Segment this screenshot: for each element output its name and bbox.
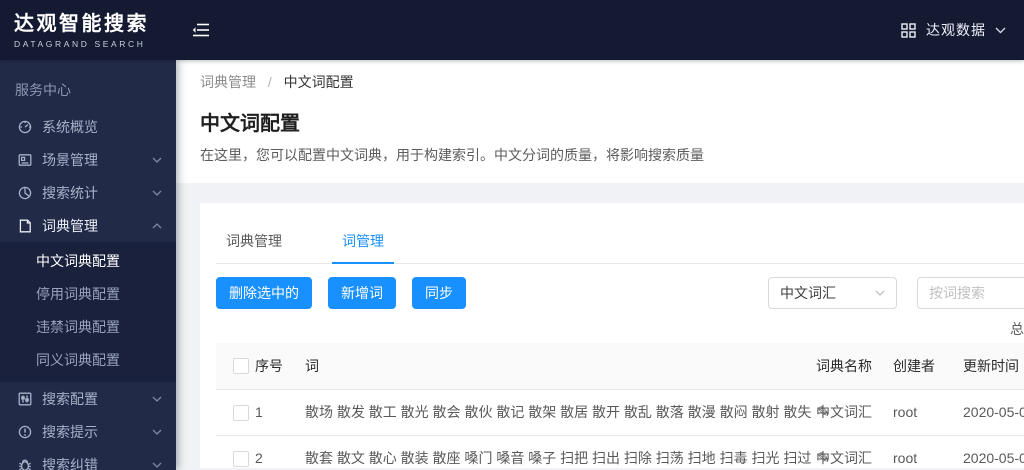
sidebar-subitem-0[interactable]: 中文词典配置	[0, 244, 176, 277]
menu-fold-icon[interactable]	[192, 20, 212, 40]
dictionary-icon	[18, 219, 32, 233]
chevron-down-icon	[152, 429, 162, 435]
sidebar-subitem-1[interactable]: 停用词典配置	[0, 277, 176, 310]
top-header-bar: 达观智能搜索 DATAGRAND SEARCH 达观数据	[0, 0, 1024, 60]
sidebar-item-2[interactable]: 搜索统计	[0, 176, 176, 209]
brand-logo: 达观智能搜索 DATAGRAND SEARCH	[0, 12, 176, 49]
page-title: 中文词配置	[200, 113, 300, 135]
sidebar-item-0[interactable]: 系统概览	[0, 110, 176, 143]
sidebar-subitem-2[interactable]: 违禁词典配置	[0, 310, 176, 343]
sidebar-item-1[interactable]: 场景管理	[0, 143, 176, 176]
breadcrumb-separator: /	[267, 74, 272, 90]
chevron-down-icon	[152, 190, 162, 196]
table-row-1: 2 散套 散文 散心 散装 散座 嗓门 嗓音 嗓子 扫把 扫出 扫除 扫荡 扫地 …	[216, 435, 1024, 470]
row-words: 散套 散文 散心 散装 散座 嗓门 嗓音 嗓子 扫把 扫出 扫除 扫荡 扫地 扫…	[305, 450, 812, 466]
content-gap	[176, 183, 1024, 203]
workspace-name: 达观数据	[926, 22, 986, 38]
sidebar-item-label: 搜索配置	[42, 390, 98, 407]
breadcrumb-current: 中文词配置	[283, 74, 354, 90]
table-header-row: 序号 词 词典名称 创建者 更新时间	[216, 343, 1024, 390]
sidebar-item-label: 搜索纠错	[42, 456, 98, 470]
column-header-index: 序号	[250, 343, 294, 390]
tab-bar: 词典管理 词管理	[216, 203, 1024, 264]
toolbar-button-2[interactable]: 同步	[412, 277, 466, 309]
words-table: 序号 词 词典名称 创建者 更新时间 1 散场 散发 散工 散光 散会 散伙 散记…	[216, 343, 1024, 470]
row-dict-name: 中文词汇	[802, 435, 884, 470]
sidebar-item-3[interactable]: 词典管理	[0, 209, 176, 242]
breadcrumb-parent-link[interactable]: 词典管理	[200, 74, 256, 90]
sidebar-item-5[interactable]: 搜索提示	[0, 415, 176, 448]
content-card: 词典管理词管理 删除选中的新增词同步 中文词汇 总	[200, 203, 1024, 470]
chevron-down-icon	[152, 462, 162, 468]
row-creator: root	[884, 435, 954, 470]
column-header-creator: 创建者	[884, 343, 954, 390]
chevron-up-icon	[152, 222, 162, 229]
scene-icon	[18, 153, 32, 167]
button-group: 删除选中的 新增词 同步	[216, 277, 482, 309]
row-checkbox[interactable]	[233, 404, 249, 421]
filter-controls: 中文词汇	[768, 277, 1024, 309]
toolbar-button-0[interactable]: 删除选中的	[216, 277, 312, 309]
word-search-input[interactable]	[917, 277, 1024, 309]
tab-1[interactable]: 词管理	[332, 203, 394, 264]
sidebar-item-label: 场景管理	[42, 151, 98, 168]
sidebar-subitem-3[interactable]: 同义词典配置	[0, 343, 176, 376]
bug-icon	[18, 458, 32, 470]
sidebar-item-4[interactable]: 搜索配置	[0, 382, 176, 415]
chevron-down-icon	[875, 290, 885, 296]
select-all-checkbox[interactable]	[233, 358, 249, 375]
brand-title: 达观智能搜索	[14, 12, 149, 35]
row-checkbox[interactable]	[233, 450, 249, 467]
breadcrumb: 词典管理 / 中文词配置	[200, 74, 1000, 90]
sliders-icon	[18, 392, 32, 406]
workspace-switcher[interactable]: 达观数据	[901, 20, 1006, 40]
sidebar-item-label: 搜索统计	[42, 184, 98, 201]
dictionary-select-value: 中文词汇	[780, 285, 836, 301]
toolbar-button-1[interactable]: 新增词	[328, 277, 396, 309]
exclamation-circle-icon	[18, 425, 32, 439]
page-description: 在这里，您可以配置中文词典，用于构建索引。中文分词的质量，将影响搜索质量	[200, 147, 704, 163]
row-index: 1	[250, 389, 294, 436]
row-updated-time: 2020-05-06	[954, 389, 1024, 436]
row-updated-time: 2020-05-06	[954, 435, 1024, 470]
app-window: 达观智能搜索 DATAGRAND SEARCH 达观数据 服务中心 系统概览场景…	[0, 0, 1024, 470]
sidebar-item-6[interactable]: 搜索纠错	[0, 448, 176, 470]
grid-apps-icon	[901, 22, 916, 38]
main-content: 词典管理 / 中文词配置 中文词配置 在这里，您可以配置中文词典，用于构建索引。…	[176, 60, 1024, 470]
chevron-down-icon	[152, 157, 162, 163]
dashboard-icon	[18, 120, 32, 134]
chevron-down-icon	[995, 27, 1006, 34]
column-header-words: 词	[294, 343, 802, 390]
column-header-updated: 更新时间	[954, 343, 1024, 390]
row-dict-name: 中文词汇	[802, 389, 884, 436]
dictionary-select[interactable]: 中文词汇	[768, 277, 897, 309]
brand-subtitle: DATAGRAND SEARCH	[14, 38, 146, 49]
sidebar-item-label: 系统概览	[42, 118, 98, 135]
row-creator: root	[884, 389, 954, 436]
sidebar-group-label: 服务中心	[15, 82, 71, 98]
chevron-down-icon	[152, 396, 162, 402]
tab-0[interactable]: 词典管理	[216, 203, 292, 263]
table-row-0: 1 散场 散发 散工 散光 散会 散伙 散记 散架 散居 散开 散乱 散落 散漫 …	[216, 389, 1024, 436]
column-header-dict: 词典名称	[802, 343, 884, 390]
sidebar-item-label: 词典管理	[42, 217, 98, 234]
sidebar-nav: 服务中心 系统概览场景管理搜索统计词典管理中文词典配置 停用词典配置 违禁词典配置同…	[0, 60, 176, 470]
total-count-line: 总	[216, 309, 1024, 343]
toolbar: 删除选中的 新增词 同步 中文词汇	[216, 277, 1024, 309]
row-words: 散场 散发 散工 散光 散会 散伙 散记 散架 散居 散开 散乱 散落 散漫 散…	[305, 404, 812, 420]
sidebar-item-label: 搜索提示	[42, 423, 98, 440]
sidebar-submenu: 中文词典配置 停用词典配置 违禁词典配置 同义词典配置	[0, 242, 176, 382]
page-header-block: 词典管理 / 中文词配置 中文词配置 在这里，您可以配置中文词典，用于构建索引。…	[176, 60, 1024, 183]
row-index: 2	[250, 435, 294, 470]
total-count-label: 总	[1010, 321, 1024, 337]
pie-chart-icon	[18, 186, 32, 200]
